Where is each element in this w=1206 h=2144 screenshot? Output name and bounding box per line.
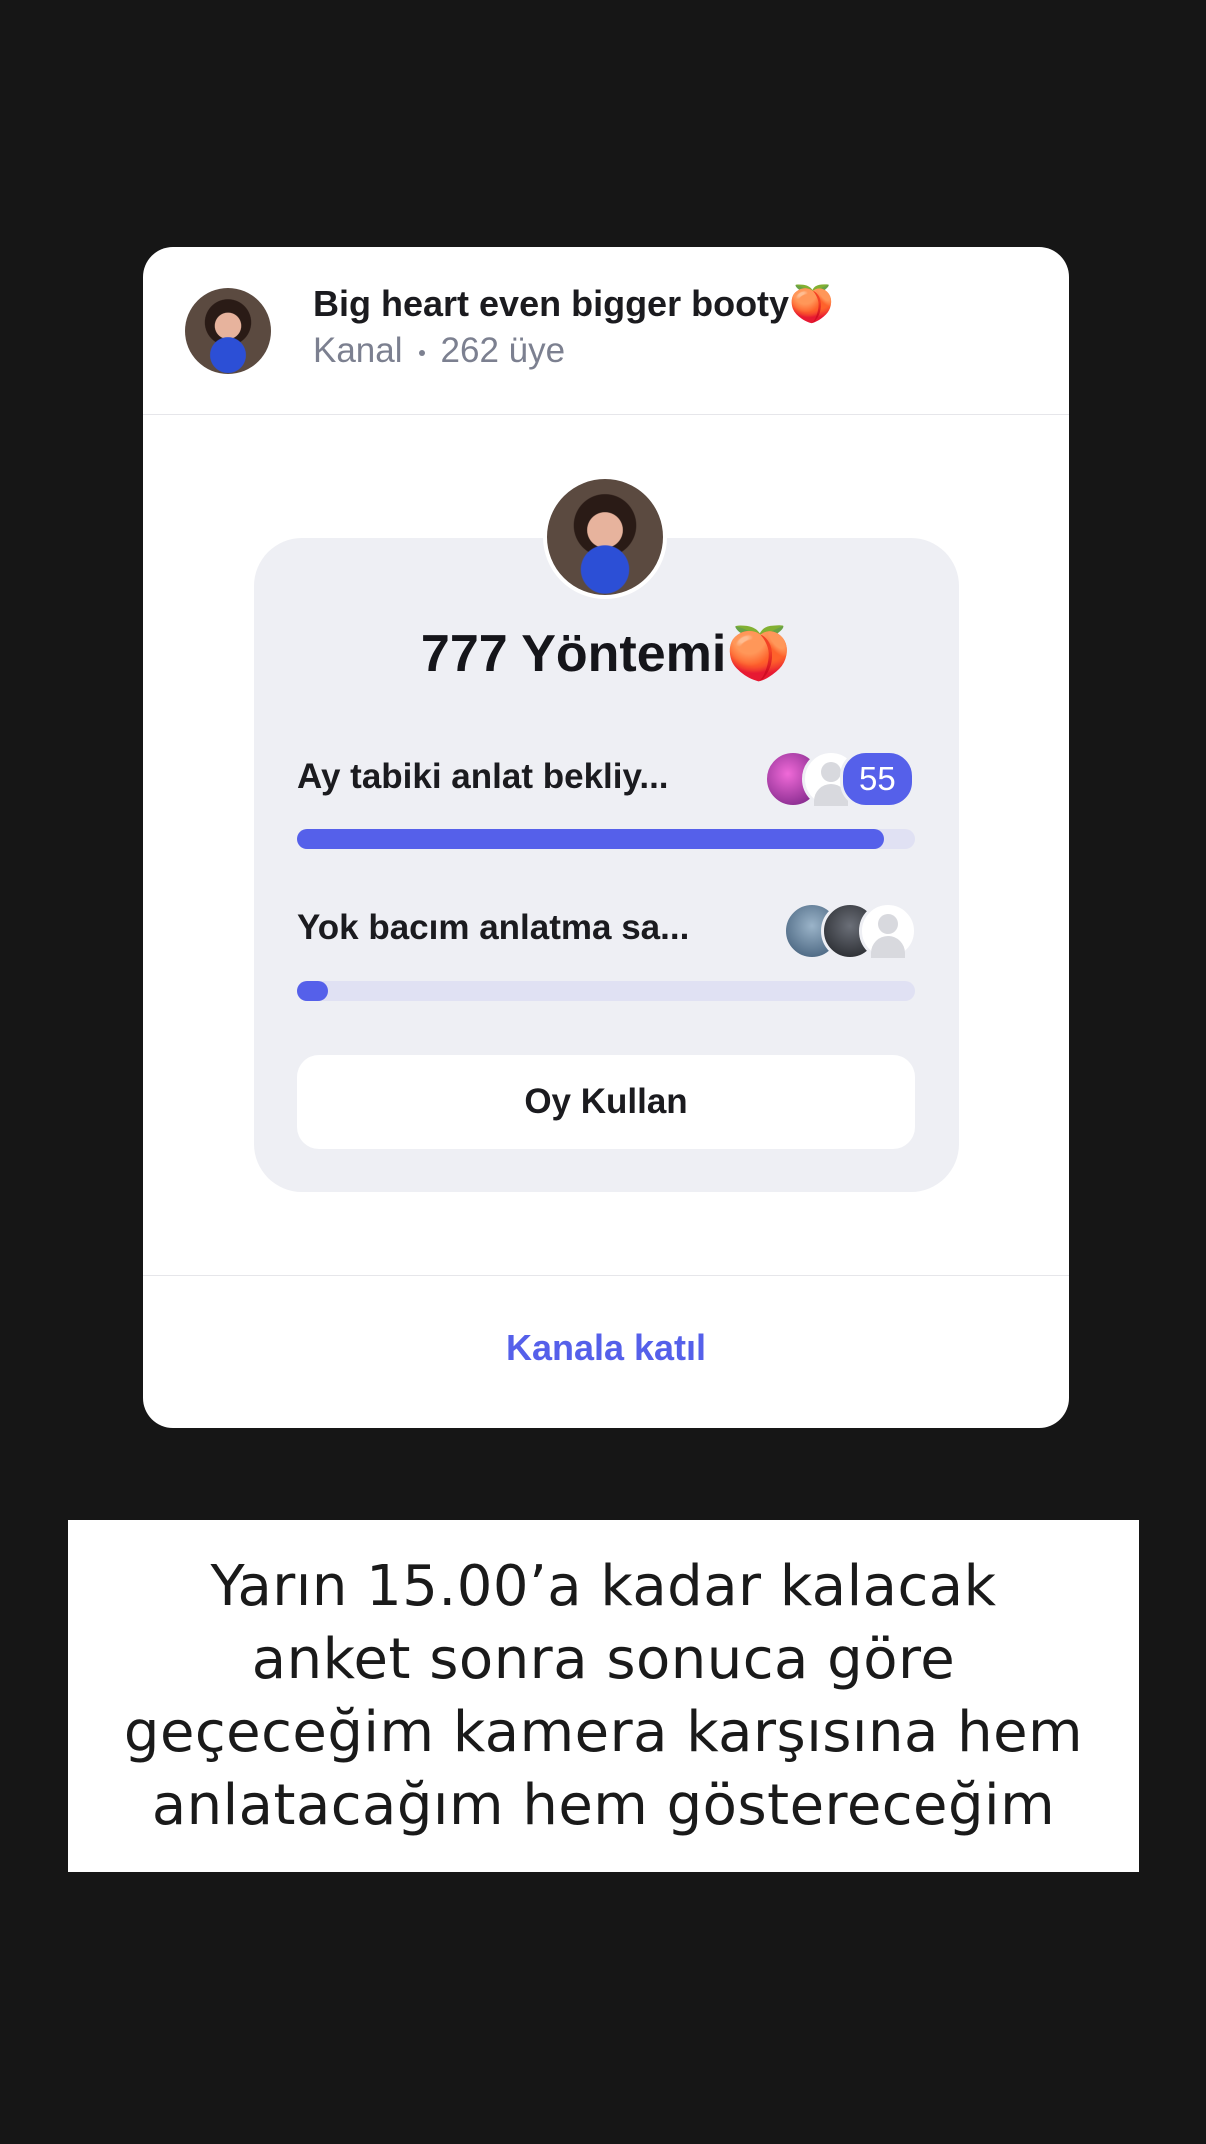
channel-name: Big heart even bigger booty🍑 [313, 283, 834, 324]
poll-option-1-fill [297, 829, 885, 849]
poll-option-2-bar [297, 981, 915, 1001]
separator-dot [418, 349, 425, 356]
join-channel-button[interactable]: Kanala katıl [143, 1327, 1069, 1369]
divider [143, 1275, 1069, 1276]
member-count: 262 üye [440, 331, 566, 370]
vote-count-badge: 55 [840, 750, 915, 808]
channel-avatar [185, 288, 271, 374]
poll-option-1-label[interactable]: Ay tabiki anlat bekliy... [297, 757, 669, 797]
story-caption: Yarın 15.00’a kadar kalacak anket sonra … [123, 1554, 1084, 1838]
channel-subtitle: Kanal 262 üye [313, 331, 565, 371]
story-caption-box: Yarın 15.00’a kadar kalacak anket sonra … [68, 1520, 1139, 1872]
poll-title: 777 Yöntemi🍑 [420, 625, 792, 683]
channel-header[interactable]: Big heart even bigger booty🍑 Kanal 262 üy… [143, 247, 1069, 415]
poll-option-1-bar [297, 829, 915, 849]
channel-card: Big heart even bigger booty🍑 Kanal 262 üy… [143, 247, 1069, 1428]
poll-option-2-fill [297, 981, 328, 1001]
channel-type: Kanal [313, 331, 403, 370]
poll-option-2-label[interactable]: Yok bacım anlatma sa... [297, 908, 689, 948]
vote-button[interactable]: Oy Kullan [297, 1055, 915, 1149]
poll-avatar [543, 475, 667, 599]
voter-avatar-placeholder [859, 902, 917, 960]
